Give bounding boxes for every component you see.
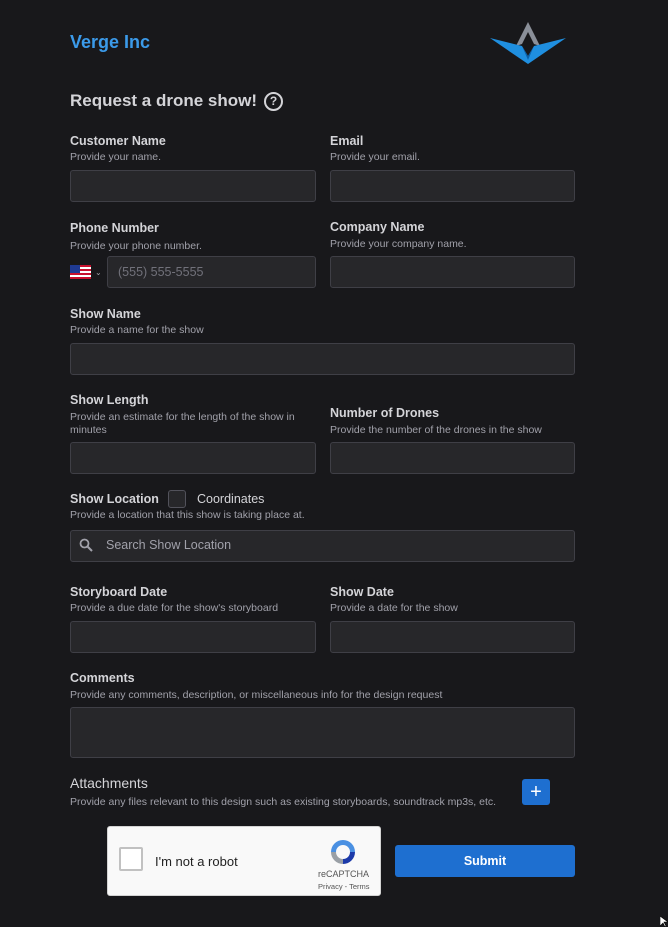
show-length-input[interactable] xyxy=(70,442,316,474)
storyboard-date-input[interactable] xyxy=(70,621,316,653)
customer-name-help: Provide your name. xyxy=(70,151,162,163)
show-date-help: Provide a date for the show xyxy=(330,602,458,614)
company-input[interactable] xyxy=(330,256,575,288)
coordinates-label: Coordinates xyxy=(197,492,265,506)
recaptcha-links[interactable]: Privacy - Terms xyxy=(318,882,370,891)
show-date-input[interactable] xyxy=(330,621,575,653)
add-attachment-button[interactable]: + xyxy=(522,779,550,805)
show-length-label: Show Length xyxy=(70,393,149,407)
customer-name-input[interactable] xyxy=(70,170,316,202)
comments-textarea[interactable] xyxy=(70,707,575,758)
company-help: Provide your company name. xyxy=(330,238,467,250)
submit-button[interactable]: Submit xyxy=(395,845,575,877)
phone-help: Provide your phone number. xyxy=(70,240,202,252)
cursor-icon xyxy=(660,916,668,927)
location-search-placeholder: Search Show Location xyxy=(106,538,232,552)
email-help: Provide your email. xyxy=(330,151,420,163)
recaptcha-label: I'm not a robot xyxy=(155,854,238,869)
show-name-help: Provide a name for the show xyxy=(70,324,204,336)
phone-placeholder: (555) 555-5555 xyxy=(118,265,204,279)
page-title: Request a drone show! ? xyxy=(70,91,284,111)
attachments-help: Provide any files relevant to this desig… xyxy=(70,796,497,808)
attachments-label: Attachments xyxy=(70,775,148,791)
email-label: Email xyxy=(330,134,364,148)
customer-name-label: Customer Name xyxy=(70,134,166,148)
logo-icon xyxy=(490,22,566,64)
show-location-label: Show Location xyxy=(70,492,159,506)
show-date-label: Show Date xyxy=(330,585,394,599)
help-icon[interactable]: ? xyxy=(264,91,284,111)
show-location-help: Provide a location that this show is tak… xyxy=(70,509,305,521)
num-drones-input[interactable] xyxy=(330,442,575,474)
recaptcha-brand: reCAPTCHA xyxy=(318,869,370,879)
show-name-input[interactable] xyxy=(70,343,575,375)
recaptcha-widget: I'm not a robot reCAPTCHA Privacy - Term… xyxy=(107,826,381,896)
show-length-help: Provide an estimate for the length of th… xyxy=(70,411,295,436)
storyboard-date-help: Provide a due date for the show's storyb… xyxy=(70,602,279,614)
recaptcha-checkbox[interactable] xyxy=(119,847,143,871)
page-title-text: Request a drone show! xyxy=(70,91,258,110)
search-icon xyxy=(79,538,93,552)
email-input[interactable] xyxy=(330,170,575,202)
company-label: Company Name xyxy=(330,220,425,234)
comments-help: Provide any comments, description, or mi… xyxy=(70,689,443,701)
comments-label: Comments xyxy=(70,671,135,685)
plus-icon: + xyxy=(530,781,542,803)
num-drones-help: Provide the number of the drones in the … xyxy=(330,424,542,436)
recaptcha-logo-icon xyxy=(331,840,355,864)
coordinates-checkbox[interactable] xyxy=(168,490,186,508)
brand-title: Verge Inc xyxy=(70,32,151,52)
us-flag-icon xyxy=(70,265,91,279)
chevron-down-icon: ⌄ xyxy=(95,267,102,277)
storyboard-date-label: Storyboard Date xyxy=(70,585,168,599)
num-drones-label: Number of Drones xyxy=(330,406,440,420)
phone-label: Phone Number xyxy=(70,221,159,235)
country-select[interactable]: ⌄ xyxy=(70,262,106,282)
show-name-label: Show Name xyxy=(70,307,141,321)
